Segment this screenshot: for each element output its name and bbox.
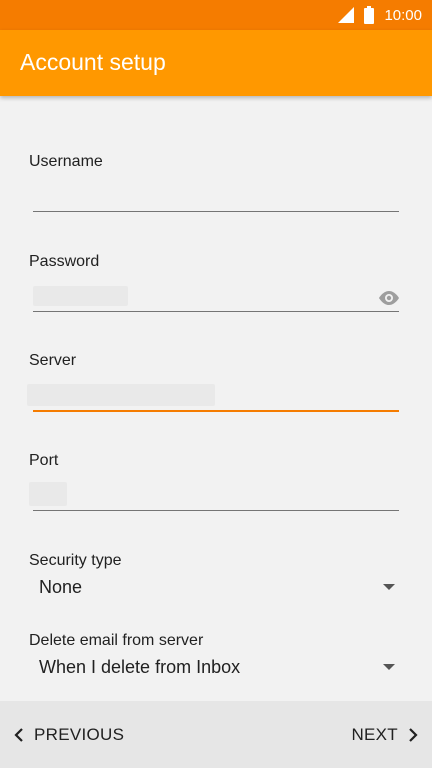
server-field[interactable] xyxy=(33,380,399,410)
form-content[interactable]: Username Password Server Port Security t… xyxy=(0,96,432,701)
port-field[interactable] xyxy=(33,480,399,510)
next-button[interactable]: NEXT xyxy=(351,701,418,768)
port-label: Port xyxy=(29,452,59,469)
server-label: Server xyxy=(29,352,77,369)
status-icons: 10:00 xyxy=(338,0,422,30)
signal-icon xyxy=(338,7,355,23)
security-type-dropdown-arrow-icon xyxy=(383,584,395,590)
delete-email-dropdown-arrow-icon xyxy=(383,664,395,670)
previous-button[interactable]: PREVIOUS xyxy=(14,701,124,768)
battery-icon xyxy=(364,6,375,24)
status-time: 10:00 xyxy=(384,6,422,24)
port-underline xyxy=(33,510,399,511)
security-type-label: Security type xyxy=(29,552,122,569)
username-field[interactable] xyxy=(33,180,399,210)
security-type-select[interactable]: None xyxy=(29,570,405,604)
previous-button-label: PREVIOUS xyxy=(34,724,125,744)
app-bar: Account setup xyxy=(0,30,432,96)
bottom-navigation-bar: PREVIOUS NEXT xyxy=(0,701,432,768)
server-underline-focused xyxy=(33,410,399,412)
username-underline xyxy=(33,211,399,212)
show-password-eye-icon[interactable] xyxy=(378,290,400,306)
status-bar: 10:00 xyxy=(0,0,432,30)
page-title: Account setup xyxy=(20,49,166,75)
security-type-value: None xyxy=(39,577,83,597)
chevron-left-icon xyxy=(14,727,23,742)
username-label: Username xyxy=(29,153,103,170)
password-label: Password xyxy=(29,253,100,270)
chevron-right-icon xyxy=(409,727,418,742)
password-field[interactable] xyxy=(33,281,373,311)
delete-email-select[interactable]: When I delete from Inbox xyxy=(29,650,405,684)
delete-email-value: When I delete from Inbox xyxy=(39,657,241,677)
delete-email-label: Delete email from server xyxy=(29,632,204,649)
next-button-label: NEXT xyxy=(351,724,398,744)
password-underline xyxy=(33,311,399,312)
